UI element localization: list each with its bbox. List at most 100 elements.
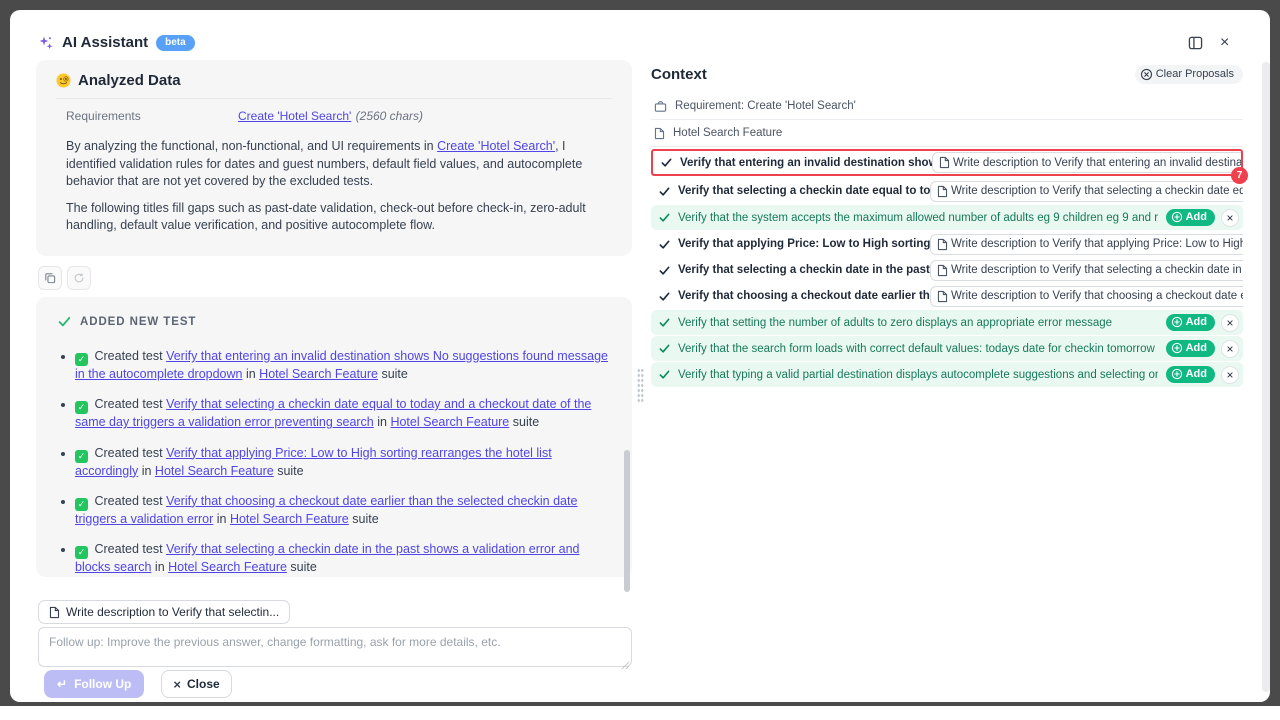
copy-icon[interactable] [38,266,62,290]
suite-link[interactable]: Hotel Search Feature [168,560,287,574]
write-description-chip[interactable]: Write description to Verify that selecti… [930,260,1243,281]
close-icon: × [173,678,181,691]
suite-link[interactable]: Hotel Search Feature [390,415,509,429]
analyzed-data-card: Analyzed Data Requirements Create 'Hotel… [36,60,632,256]
check-emoji: ✓ [75,450,88,463]
panel-header: AI Assistant beta [38,34,195,51]
proposal-row-accepted: Verify that the search form loads with c… [651,336,1243,361]
left-scrollbar-thumb[interactable] [624,450,630,592]
circle-plus-icon [1171,211,1183,223]
add-button[interactable]: Add [1166,366,1215,383]
proposal-row: Verify that selecting a checkin date equ… [651,178,1243,204]
check-emoji: ✓ [75,401,88,414]
file-icon [937,185,948,198]
check-icon [659,212,670,223]
analyzed-data-heading: Analyzed Data [56,72,612,89]
proposal-row: Verify that entering an invalid destinat… [653,151,1241,174]
proposal-title: Verify that choosing a checkout date ear… [678,290,930,302]
proposal-row: Verify that choosing a checkout date ear… [651,283,1243,309]
list-item: ✓ Created test Verify that choosing a ch… [75,493,618,528]
list-item: ✓ Created test Verify that selecting a c… [75,541,618,576]
write-description-chip[interactable]: Write description to Verify that selecti… [38,600,290,624]
clear-proposals-button[interactable]: Clear Proposals [1135,65,1243,84]
requirements-row: Requirements Create 'Hotel Search' (2560… [56,98,612,129]
analysis-paragraph-2: The following titles fill gaps such as p… [66,200,602,235]
proposal-title: Verify that the system accepts the maxim… [678,212,1158,224]
check-icon [659,186,670,197]
file-icon [937,290,948,303]
suite-link[interactable]: Hotel Search Feature [230,512,349,526]
check-icon [58,315,71,328]
check-icon [659,317,670,328]
close-icon[interactable]: × [1220,35,1229,51]
check-emoji: ✓ [75,546,88,559]
requirements-value: Create 'Hotel Search' (2560 chars) [238,109,423,123]
context-panel: Context Clear Proposals Requirement: Cre… [651,62,1243,388]
panel-resize-handle[interactable] [637,368,644,404]
proposal-title: Verify that typing a valid partial desti… [678,369,1158,381]
context-requirement-row[interactable]: Requirement: Create 'Hotel Search' [651,93,1243,120]
write-description-chip[interactable]: Write description to Verify that applyin… [930,234,1243,255]
follow-up-button[interactable]: ↵ Follow Up [44,670,144,698]
dismiss-icon[interactable]: × [1221,314,1239,332]
context-feature-row[interactable]: Hotel Search Feature [651,120,1243,147]
proposal-row: Verify that applying Price: Low to High … [651,231,1243,257]
proposal-title: Verify that selecting a checkin date equ… [678,185,930,197]
proposal-title: Verify that entering an invalid destinat… [680,157,932,169]
write-description-chip[interactable]: Write description to Verify that choosin… [930,286,1243,307]
highlight-annotation: Verify that entering an invalid destinat… [651,149,1243,176]
write-description-chip[interactable]: Write description to Verify that selecti… [930,181,1243,202]
beta-badge: beta [156,35,195,51]
enter-icon: ↵ [57,677,67,691]
close-button[interactable]: × Close [161,670,231,698]
proposal-row-accepted: Verify that the system accepts the maxim… [651,205,1243,230]
file-icon [937,264,948,277]
add-button[interactable]: Add [1166,209,1215,226]
dismiss-icon[interactable]: × [1221,340,1239,358]
refresh-icon[interactable] [67,266,91,290]
requirement-link[interactable]: Create 'Hotel Search' [238,109,351,123]
file-icon [654,127,665,140]
proposal-row: Verify that selecting a checkin date in … [651,257,1243,283]
list-item: ✓ Created test Verify that entering an i… [75,348,618,383]
file-icon [49,606,60,619]
circle-plus-icon [1171,342,1183,354]
dismiss-icon[interactable]: × [1221,366,1239,384]
ai-assistant-panel: AI Assistant beta × Analyzed Data Requir… [10,10,1270,702]
follow-up-input[interactable] [38,627,632,667]
proposal-title: Verify that applying Price: Low to High … [678,238,930,250]
suite-link[interactable]: Hotel Search Feature [155,464,274,478]
added-new-test-heading: ADDED NEW TEST [58,315,618,328]
proposal-row-accepted: Verify that typing a valid partial desti… [651,362,1243,387]
requirement-link-inline[interactable]: Create 'Hotel Search' [437,139,555,153]
proposal-row-accepted: Verify that setting the number of adults… [651,310,1243,335]
right-scrollbar[interactable] [1262,62,1270,692]
check-icon [659,239,670,250]
created-tests-list: ✓ Created test Verify that entering an i… [58,348,618,576]
panel-toggle-icon[interactable] [1188,36,1203,50]
check-emoji: ✓ [75,353,88,366]
write-description-chip[interactable]: Write description to Verify that enterin… [932,152,1241,173]
sparkles-icon [38,35,54,51]
file-icon [937,238,948,251]
add-button[interactable]: Add [1166,340,1215,357]
nerd-face-emoji [56,73,71,88]
list-item: ✓ Created test Verify that selecting a c… [75,396,618,431]
check-icon [659,343,670,354]
check-icon [659,265,670,276]
context-title: Context [651,66,707,83]
check-icon [661,157,672,168]
check-icon [659,369,670,380]
check-emoji: ✓ [75,498,88,511]
dismiss-icon[interactable]: × [1221,209,1239,227]
page-title: AI Assistant [62,34,148,51]
requirements-label: Requirements [66,109,238,123]
char-count: (2560 chars) [352,109,423,123]
add-button[interactable]: Add [1166,314,1215,331]
briefcase-icon [654,100,667,113]
resize-handle[interactable] [621,657,630,666]
list-item: ✓ Created test Verify that applying Pric… [75,445,618,480]
added-new-test-card: ADDED NEW TEST ✓ Created test Verify tha… [36,297,632,577]
circle-x-icon [1140,68,1153,81]
suite-link[interactable]: Hotel Search Feature [259,367,378,381]
